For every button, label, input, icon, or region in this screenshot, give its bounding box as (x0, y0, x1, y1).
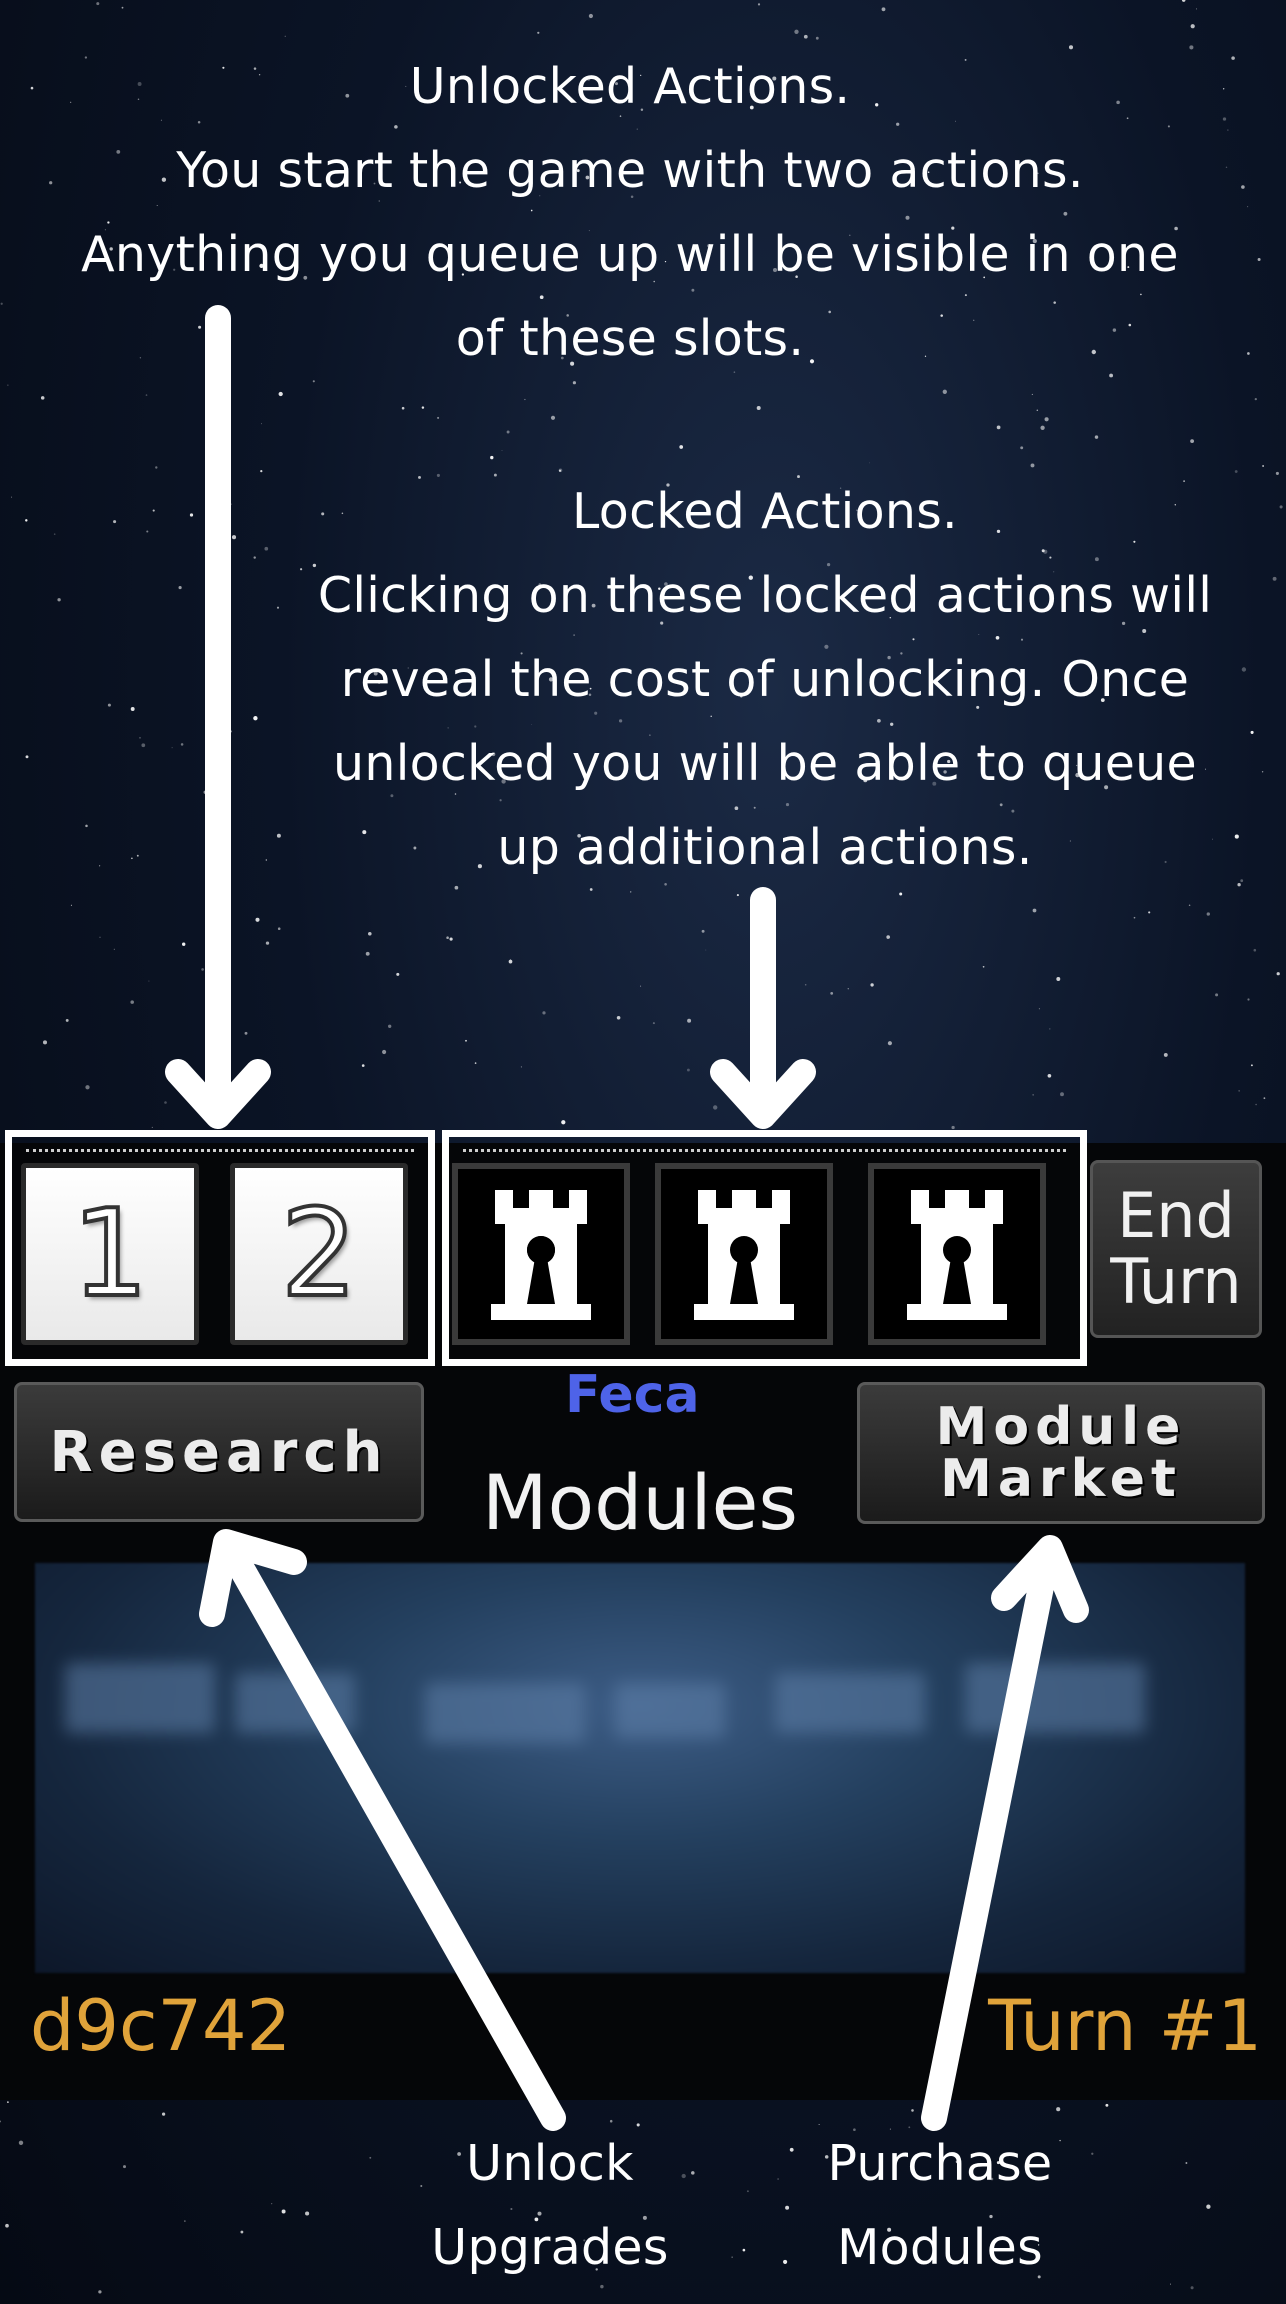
annotation-line: You start the game with two actions. (176, 142, 1084, 199)
locked-action-slot[interactable] (868, 1163, 1046, 1345)
annotation-line: of these slots. (455, 310, 805, 367)
annotation-line: Anything you queue up will be visible in… (81, 226, 1179, 283)
annotation-line: Unlocked Actions. (409, 58, 851, 115)
player-name: Feca (565, 1365, 700, 1425)
annotation-line: Clicking on these locked actions will (317, 567, 1213, 624)
locked-tower-icon (491, 1190, 591, 1320)
end-turn-label-line: Turn (1110, 1245, 1242, 1318)
locked-tower-icon (694, 1190, 794, 1320)
action-slot-2[interactable]: 2 (230, 1163, 408, 1345)
annotation-line: Upgrades (431, 2219, 669, 2276)
annotation-line: reveal the cost of unlocking. Once (340, 651, 1190, 708)
module-market-label-line: Module (935, 1397, 1187, 1457)
modules-title: Modules (482, 1458, 798, 1547)
annotation-line: Modules (837, 2219, 1043, 2276)
locked-action-slot[interactable] (452, 1163, 630, 1345)
purchase-modules-annotation: Purchase Modules (790, 2122, 1090, 2290)
action-slot-number: 2 (279, 1183, 359, 1326)
annotation-line: Unlock (466, 2135, 634, 2192)
unlocked-actions-annotation: Unlocked Actions. You start the game wit… (40, 45, 1220, 381)
module-market-label-line: Market (940, 1449, 1182, 1509)
locked-tower-icon (907, 1190, 1007, 1320)
turn-counter: Turn #1 (988, 1985, 1262, 2067)
action-slot-number: 1 (70, 1183, 150, 1326)
research-button[interactable]: Research (14, 1382, 424, 1522)
locked-action-slot[interactable] (655, 1163, 833, 1345)
module-viewport (35, 1563, 1245, 1973)
action-slot-1[interactable]: 1 (21, 1163, 199, 1345)
module-market-button[interactable]: Module Market (857, 1382, 1265, 1524)
annotation-line: Purchase (827, 2135, 1053, 2192)
player-id: d9c742 (30, 1985, 292, 2067)
annotation-line: Locked Actions. (572, 483, 958, 540)
locked-actions-annotation: Locked Actions. Clicking on these locked… (290, 470, 1240, 890)
research-button-label: Research (49, 1419, 389, 1485)
annotation-line: unlocked you will be able to queue (333, 735, 1197, 792)
end-turn-label-line: End (1117, 1179, 1235, 1252)
annotation-line: up additional actions. (497, 819, 1033, 876)
unlock-upgrades-annotation: Unlock Upgrades (400, 2122, 700, 2290)
end-turn-button[interactable]: End Turn (1090, 1160, 1262, 1338)
